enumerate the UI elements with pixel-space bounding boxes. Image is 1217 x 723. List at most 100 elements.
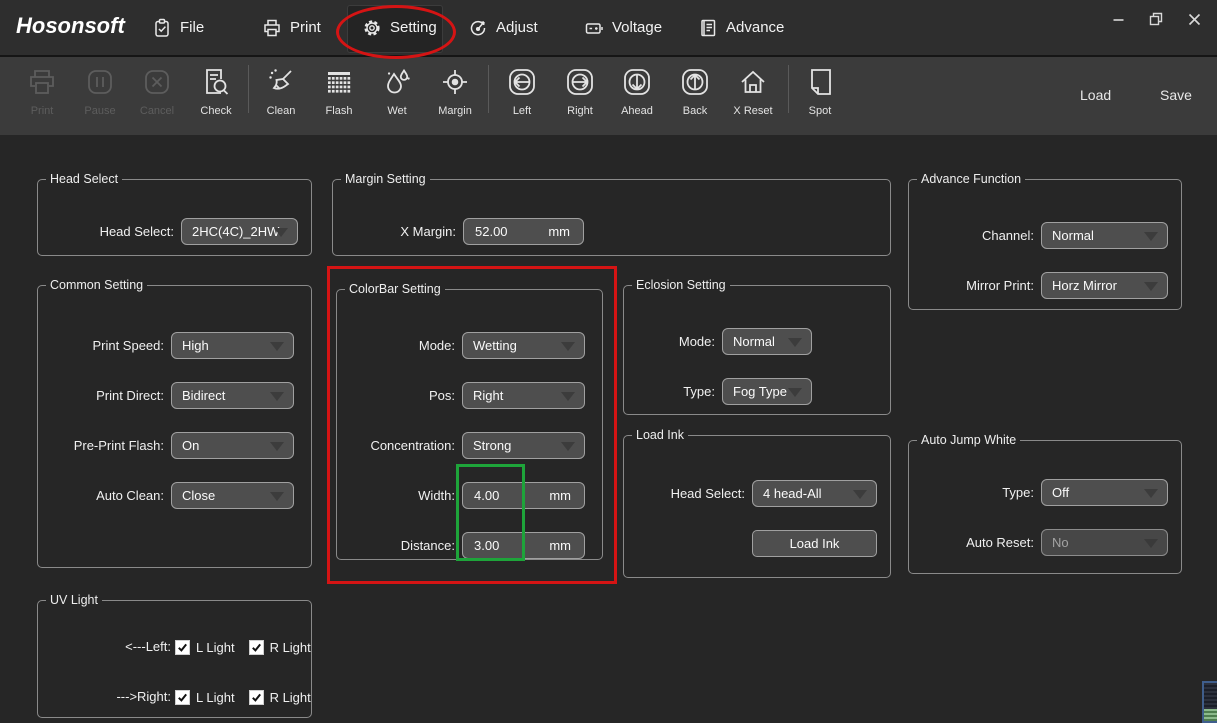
chevron-down-icon xyxy=(1144,282,1158,291)
head-select-dropdown[interactable]: 2HC(4C)_2HW xyxy=(181,218,298,245)
uv-left-l-checkbox[interactable] xyxy=(175,640,190,655)
panel-title: Advance Function xyxy=(917,172,1025,186)
uv-right-l-checkbox[interactable] xyxy=(175,690,190,705)
green-annotation-box xyxy=(456,464,525,561)
restore-button[interactable] xyxy=(1142,6,1170,32)
uv-right-r-checkbox[interactable] xyxy=(249,690,264,705)
print-speed-dropdown[interactable]: High xyxy=(171,332,294,359)
preprint-flash-dropdown[interactable]: On xyxy=(171,432,294,459)
broom-icon xyxy=(264,61,298,103)
uv-left-row: L Light R Light xyxy=(175,638,325,656)
panel-title: Head Select xyxy=(46,172,122,186)
menu-item-adjust[interactable]: Adjust xyxy=(468,0,538,55)
toolbar-clean-button[interactable]: Clean xyxy=(253,61,309,129)
unit-label: mm xyxy=(548,224,570,239)
app-logo: Hosonsoft xyxy=(16,13,125,39)
auto-reset-label: Auto Reset: xyxy=(909,529,1034,556)
cancel-x-icon xyxy=(140,61,174,103)
x-margin-input[interactable]: 52.00 mm xyxy=(463,218,584,245)
mirror-print-label: Mirror Print: xyxy=(909,272,1034,299)
corner-scroll-widget[interactable] xyxy=(1202,681,1217,723)
menu-item-voltage[interactable]: Voltage xyxy=(584,0,662,55)
document-icon xyxy=(698,18,718,38)
crosshair-target-icon xyxy=(438,61,472,103)
chevron-down-icon xyxy=(270,392,284,401)
nozzle-grid-icon xyxy=(322,61,356,103)
clipboard-icon xyxy=(152,18,172,38)
toolbar-margin-button[interactable]: Margin xyxy=(427,61,483,129)
preprint-flash-label: Pre-Print Flash: xyxy=(38,432,164,459)
chevron-down-icon xyxy=(274,228,288,237)
page-fold-icon xyxy=(803,61,837,103)
minimize-button[interactable] xyxy=(1104,6,1132,32)
menu-item-label: Adjust xyxy=(496,19,538,36)
eclosion-type-dropdown[interactable]: Fog Type xyxy=(722,378,812,405)
panel-title: Load Ink xyxy=(632,428,688,442)
uv-light-panel: UV Light <---Left: L Light R Light --->R… xyxy=(37,593,312,718)
uv-right-label: --->Right: xyxy=(38,688,171,706)
menu-item-label: Voltage xyxy=(612,19,662,36)
toolbar-ahead-button[interactable]: Ahead xyxy=(609,61,665,129)
auto-reset-dropdown[interactable]: No xyxy=(1041,529,1168,556)
load-button[interactable]: Load xyxy=(1080,87,1111,103)
channel-label: Channel: xyxy=(909,222,1034,249)
load-ink-head-dropdown[interactable]: 4 head-All xyxy=(752,480,877,507)
uv-left-r-checkbox[interactable] xyxy=(249,640,264,655)
jump-type-dropdown[interactable]: Off xyxy=(1041,479,1168,506)
print-speed-label: Print Speed: xyxy=(38,332,164,359)
arrow-right-icon xyxy=(563,61,597,103)
toolbar-flash-button[interactable]: Flash xyxy=(311,61,367,129)
arrow-up-icon xyxy=(678,61,712,103)
uv-left-label: <---Left: xyxy=(38,638,171,656)
toolbar-right-button[interactable]: Right xyxy=(552,61,608,129)
toolbar-print-button: Print xyxy=(14,61,70,129)
adjust-dial-icon xyxy=(468,18,488,38)
toolbar-pause-button: Pause xyxy=(72,61,128,129)
toolbar-left-button[interactable]: Left xyxy=(494,61,550,129)
channel-dropdown[interactable]: Normal xyxy=(1041,222,1168,249)
load-ink-button[interactable]: Load Ink xyxy=(752,530,877,557)
arrow-down-icon xyxy=(620,61,654,103)
print-icon xyxy=(25,61,59,103)
corner-widget-green-stripes xyxy=(1204,709,1217,721)
toolbar-separator xyxy=(488,65,489,113)
eclosion-mode-dropdown[interactable]: Normal xyxy=(722,328,812,355)
chevron-down-icon xyxy=(788,388,802,397)
auto-clean-label: Auto Clean: xyxy=(38,482,164,509)
toolbar-wet-button[interactable]: Wet xyxy=(369,61,425,129)
print-direct-label: Print Direct: xyxy=(38,382,164,409)
toolbar-xreset-button[interactable]: X Reset xyxy=(725,61,781,129)
chevron-down-icon xyxy=(853,490,867,499)
home-icon xyxy=(736,61,770,103)
auto-clean-dropdown[interactable]: Close xyxy=(171,482,294,509)
eclosion-setting-panel: Eclosion Setting Mode: Normal Type: Fog … xyxy=(623,278,891,415)
menu-item-print[interactable]: Print xyxy=(262,0,321,55)
menu-item-label: File xyxy=(180,19,204,36)
menu-bar: Hosonsoft File Print xyxy=(0,0,1217,57)
chevron-down-icon xyxy=(788,338,802,347)
panel-title: UV Light xyxy=(46,593,102,607)
x-margin-label: X Margin: xyxy=(333,218,456,245)
panel-title: Common Setting xyxy=(46,278,147,292)
margin-setting-panel: Margin Setting X Margin: 52.00 mm xyxy=(332,172,891,256)
toolbar-spot-button[interactable]: Spot xyxy=(792,61,848,129)
panel-title: Margin Setting xyxy=(341,172,430,186)
menu-item-advance[interactable]: Advance xyxy=(698,0,784,55)
chevron-down-icon xyxy=(270,492,284,501)
close-icon[interactable] xyxy=(1180,6,1208,32)
check-document-icon xyxy=(199,61,233,103)
advance-function-panel: Advance Function Channel: Normal Mirror … xyxy=(908,172,1182,310)
toolbar-back-button[interactable]: Back xyxy=(667,61,723,129)
toolbar-check-button[interactable]: Check xyxy=(188,61,244,129)
save-button[interactable]: Save xyxy=(1160,87,1192,103)
print-direct-dropdown[interactable]: Bidirect xyxy=(171,382,294,409)
chevron-down-icon xyxy=(270,442,284,451)
mirror-print-dropdown[interactable]: Horz Mirror xyxy=(1041,272,1168,299)
panel-title: Eclosion Setting xyxy=(632,278,730,292)
head-select-label: Head Select: xyxy=(38,218,174,245)
toolbar-separator xyxy=(788,65,789,113)
load-ink-panel: Load Ink Head Select: 4 head-All Load In… xyxy=(623,428,891,578)
toolbar-separator xyxy=(248,65,249,113)
auto-jump-white-panel: Auto Jump White Type: Off Auto Reset: No xyxy=(908,433,1182,574)
menu-item-file[interactable]: File xyxy=(152,0,204,55)
